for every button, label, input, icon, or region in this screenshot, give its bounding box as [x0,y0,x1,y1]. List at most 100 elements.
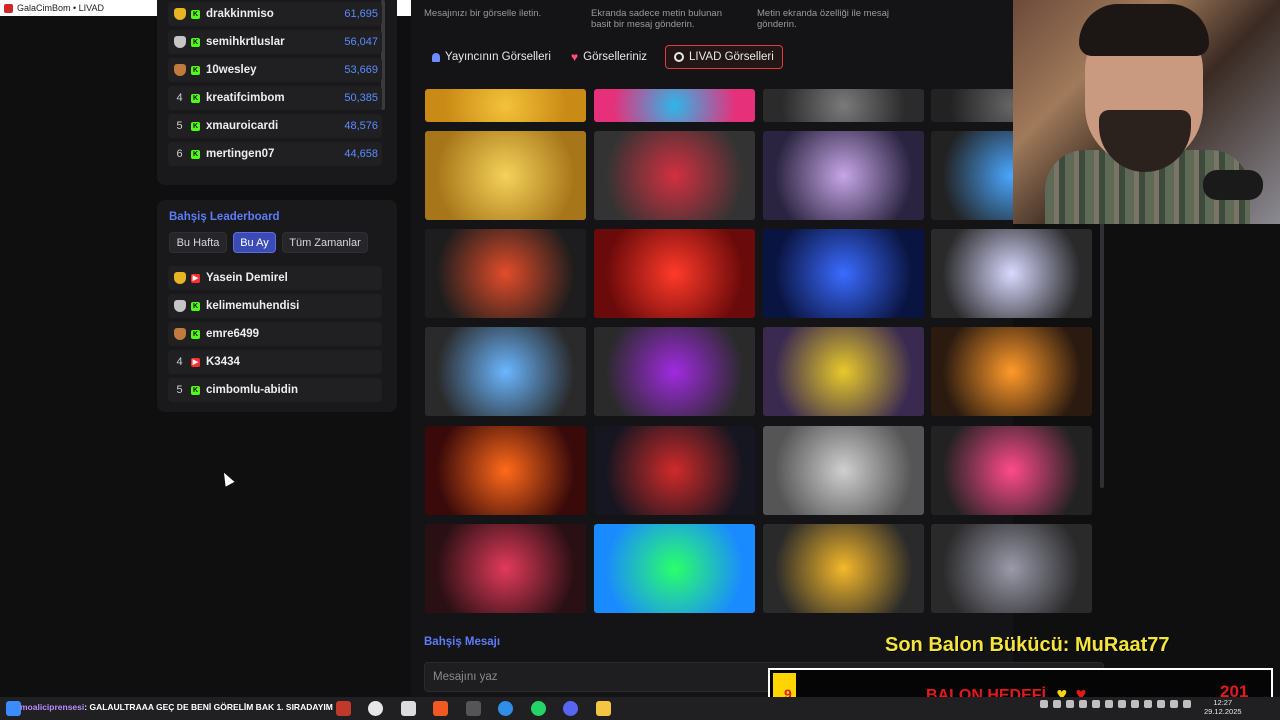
leaderboard-row[interactable]: K drakkinmiso 61,695 [168,2,382,26]
youtube-icon: ▶ [191,357,200,367]
tray-icon[interactable] [1144,700,1152,708]
fireworks-effect[interactable] [425,229,586,318]
red-burst-effect[interactable] [594,229,755,318]
screen-message-description: Metin ekranda özelliği ile mesaj gönderi… [757,8,890,30]
kick-icon: K [191,301,200,311]
kick-icon: K [191,149,200,159]
edge-browser-icon[interactable] [498,701,513,716]
tray-icon[interactable] [1079,700,1087,708]
tab-label: Yayıncının Görselleri [445,51,551,63]
leaderboard-username: semihkrtluslar [206,36,285,48]
tip-username: emre6499 [206,328,260,340]
tab-all-time[interactable]: Tüm Zamanlar [282,232,368,253]
tab-this-week[interactable]: Bu Hafta [169,232,227,253]
tab-livad-images[interactable]: LIVAD Görselleri [665,45,783,69]
capcut-icon[interactable] [401,701,416,716]
file-explorer-icon[interactable] [596,701,611,716]
tip-leaderboard-panel: Bahşiş Leaderboard Bu Hafta Bu Ay Tüm Za… [157,200,397,412]
tip-username: K3434 [206,356,240,368]
leaderboard-row[interactable]: K 10wesley 53,669 [168,58,382,82]
clock-time: 12:27 [1213,698,1233,707]
hologram-girl-effect[interactable] [763,131,924,220]
bronze-trophy-icon [173,328,186,340]
tip-leaderboard-row[interactable]: 4 ▶ K3434 [168,350,382,374]
tip-rank: 5 [176,384,183,396]
gold-sparkle-effect[interactable] [425,89,586,122]
colorful-balls-effect[interactable] [594,89,755,122]
kick-icon: K [191,385,200,395]
tray-icon[interactable] [1183,700,1191,708]
main-content: Mesajınızı bir görselle iletin. Ekranda … [411,0,1104,697]
tab-label: LIVAD Görselleri [689,51,774,63]
motorcycle-rider-effect[interactable] [594,327,755,416]
tip-leaderboard-row[interactable]: ▶ Yasein Demirel [168,266,382,290]
system-tray[interactable] [1040,700,1191,708]
image-message-description: Mesajınızı bir görselle iletin. [424,8,542,19]
tray-icon[interactable] [1105,700,1113,708]
silver-trophy-icon [173,300,186,312]
leaderboard-row[interactable]: K semihkrtluslar 56,047 [168,30,382,54]
whatsapp-icon[interactable] [531,701,546,716]
tray-icon[interactable] [1131,700,1139,708]
fire-orbs-effect[interactable] [931,327,1092,416]
app-taskbar-icon[interactable] [336,701,351,716]
leaderboard-row[interactable]: 6 K mertingen07 44,658 [168,142,382,166]
brave-browser-icon[interactable] [433,701,448,716]
party-balloons-effect[interactable] [763,327,924,416]
webcam-feed [1013,0,1280,224]
colorful-confetti-effect[interactable] [931,426,1092,515]
leaderboard-score: 44,658 [344,148,378,160]
leaderboard-score: 53,669 [344,64,378,76]
leaderboard-username: kreatifcimbom [206,92,285,104]
windows-start-icon[interactable] [6,701,21,716]
balloons-effect[interactable] [425,327,586,416]
tray-icon[interactable] [1092,700,1100,708]
youtube-icon: ▶ [191,273,200,283]
leaderboard-row[interactable]: 4 K kreatifcimbom 50,385 [168,86,382,110]
anime-sailor-effect[interactable] [594,131,755,220]
camera-icon[interactable] [466,701,481,716]
taskbar-clock[interactable]: 12:27 29.12.2025 [1204,698,1242,716]
rainbow-smoke-effect[interactable] [594,524,755,613]
tray-icon[interactable] [1066,700,1074,708]
leaderboard-rank: 5 [176,120,183,132]
tray-icon[interactable] [1118,700,1126,708]
tab-your-images[interactable]: ♥ Görselleriniz [563,45,655,69]
gold-trophy-icon [173,8,186,20]
dancing-cat-effect[interactable] [931,524,1092,613]
tip-leaderboard-row[interactable]: 5 K cimbomlu-abidin [168,378,382,402]
evil-eye-effect[interactable] [763,229,924,318]
kick-icon: K [191,9,200,19]
user-icon [432,52,440,62]
tray-icon[interactable] [1053,700,1061,708]
tab-this-month[interactable]: Bu Ay [233,232,276,253]
tip-username: kelimemuhendisi [206,300,300,312]
ticker-user: moaliciprensesi [20,702,85,712]
leaderboard-row[interactable]: 5 K xmauroicardi 48,576 [168,114,382,138]
dragons-fire-effect[interactable] [425,426,586,515]
superhero-effect[interactable] [594,426,755,515]
tip-rank: 4 [176,356,183,368]
tray-icon[interactable] [1170,700,1178,708]
discord-icon[interactable] [563,701,578,716]
tray-icon[interactable] [1040,700,1048,708]
target-icon [674,52,684,62]
tab-streamer-images[interactable]: Yayıncının Görselleri [424,45,559,69]
gold-trophy-icon [173,272,186,284]
spotlight-ring-effect[interactable] [763,426,924,515]
grey-smoke-effect[interactable] [763,89,924,122]
tip-message-title: Bahşiş Mesajı [424,636,501,648]
gold-coins-effect[interactable] [425,131,586,220]
heart-icon: ♥ [571,50,579,64]
kick-icon: K [191,329,200,339]
tip-leaderboard-row[interactable]: K emre6499 [168,322,382,346]
last-balloon-overlay: Son Balon Bükücü: MuRaat77 [885,634,1170,656]
lightning-effect[interactable] [931,229,1092,318]
kick-icon: K [191,121,200,131]
tray-icon[interactable] [1157,700,1165,708]
chatgpt-icon[interactable] [368,701,383,716]
rose-petals-effect[interactable] [425,524,586,613]
sports-car-effect[interactable] [763,524,924,613]
tip-leaderboard-row[interactable]: K kelimemuhendisi [168,294,382,318]
tip-username: cimbomlu-abidin [206,384,298,396]
